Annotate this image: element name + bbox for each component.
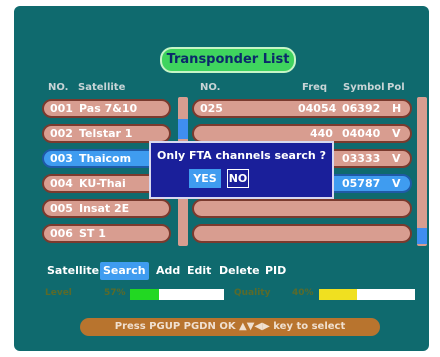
- transponder-symbol: 03333: [342, 152, 381, 165]
- transponder-freq: 440: [310, 127, 333, 140]
- transponder-row[interactable]: 025 04054 06392 H: [192, 99, 412, 118]
- satellite-row[interactable]: 005 Insat 2E: [42, 199, 171, 218]
- satellite-no: 004: [50, 177, 73, 190]
- satellite-row[interactable]: 006 ST 1: [42, 224, 171, 243]
- satellite-scroll-thumb[interactable]: [178, 119, 188, 139]
- header-no-left: NO.: [48, 82, 69, 93]
- quality-bar: [319, 289, 415, 300]
- help-bar: Press PGUP PGDN OK ▲▼◀▶ key to select: [80, 318, 380, 336]
- level-label: Level: [45, 288, 72, 298]
- header-satellite: Satellite: [78, 82, 126, 93]
- dialog-message: Only FTA channels search ?: [157, 149, 326, 162]
- satellite-name: Insat 2E: [79, 202, 130, 215]
- menu-pid[interactable]: PID: [265, 262, 286, 280]
- level-bar: [130, 289, 224, 300]
- satellite-no: 002: [50, 127, 73, 140]
- header-pol: Pol: [387, 82, 405, 93]
- level-bar-fill: [130, 289, 160, 300]
- satellite-name: Thaicom: [79, 152, 132, 165]
- level-value: 57%: [104, 288, 126, 298]
- menu-add[interactable]: Add: [156, 262, 180, 280]
- transponder-scrollbar[interactable]: [417, 97, 427, 246]
- transponder-pol: V: [392, 152, 401, 165]
- satellite-name: ST 1: [79, 227, 106, 240]
- transponder-freq: 04054: [298, 102, 337, 115]
- yes-button[interactable]: YES: [189, 169, 221, 188]
- tv-screen: Transponder List NO. Satellite NO. Freq …: [14, 6, 429, 351]
- transponder-pol: V: [392, 127, 401, 140]
- menu-search[interactable]: Search: [100, 262, 149, 280]
- transponder-symbol: 05787: [342, 177, 381, 190]
- quality-label: Quality: [234, 288, 271, 298]
- transponder-no: 025: [200, 102, 223, 115]
- menu-edit[interactable]: Edit: [187, 262, 211, 280]
- no-button[interactable]: NO: [227, 169, 249, 188]
- fta-search-dialog: Only FTA channels search ? YES NO: [149, 141, 334, 199]
- satellite-name: Telstar 1: [79, 127, 133, 140]
- header-symbol: Symbol: [343, 82, 385, 93]
- quality-bar-fill: [319, 289, 358, 300]
- satellite-no: 005: [50, 202, 73, 215]
- satellite-name: Pas 7&10: [79, 102, 138, 115]
- satellite-name: KU-Thai: [79, 177, 126, 190]
- header-freq: Freq: [302, 82, 328, 93]
- quality-value: 40%: [292, 288, 314, 298]
- menu-satellite[interactable]: Satellite: [47, 262, 99, 280]
- transponder-pol: H: [392, 102, 402, 115]
- transponder-row[interactable]: [192, 224, 412, 243]
- transponder-symbol: 06392: [342, 102, 381, 115]
- satellite-no: 001: [50, 102, 73, 115]
- satellite-row[interactable]: 001 Pas 7&10: [42, 99, 171, 118]
- menu-delete[interactable]: Delete: [219, 262, 260, 280]
- transponder-row[interactable]: [192, 199, 412, 218]
- satellite-no: 003: [50, 152, 73, 165]
- satellite-no: 006: [50, 227, 73, 240]
- page-title: Transponder List: [160, 47, 296, 73]
- transponder-symbol: 04040: [342, 127, 381, 140]
- header-no-right: NO.: [200, 82, 221, 93]
- transponder-pol: V: [392, 177, 401, 190]
- transponder-scroll-thumb[interactable]: [417, 228, 427, 244]
